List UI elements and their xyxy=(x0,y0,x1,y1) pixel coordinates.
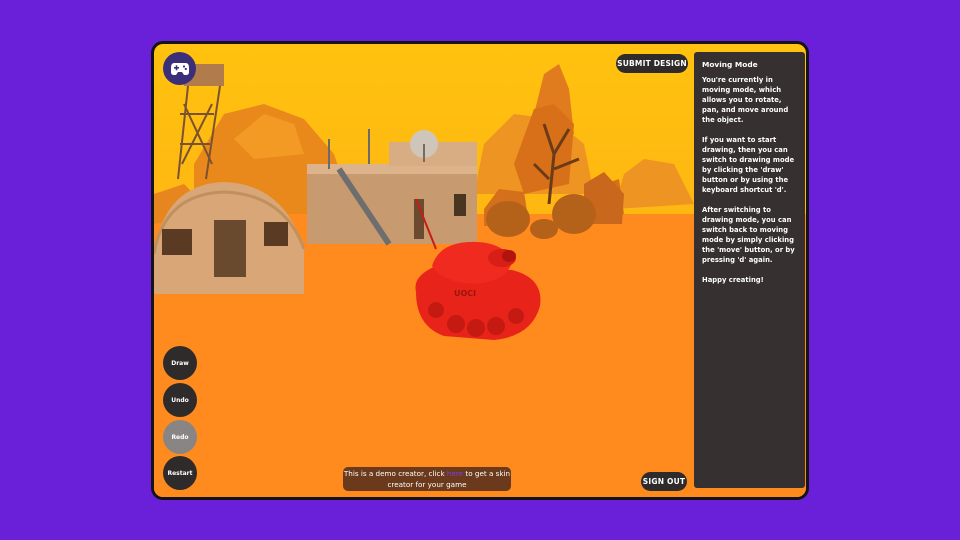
draw-button[interactable]: Draw xyxy=(163,346,197,380)
panel-paragraph: After switching to drawing mode, you can… xyxy=(702,206,795,264)
banner-prefix: This is a demo creator, click xyxy=(343,469,447,478)
panel-paragraph: If you want to start drawing, then you c… xyxy=(702,136,795,194)
tank-decal: UOCI xyxy=(454,289,476,298)
sign-out-button[interactable]: SIGN OUT xyxy=(641,472,687,491)
undo-button[interactable]: Undo xyxy=(163,383,197,417)
submit-design-button[interactable]: SUBMIT DESIGN xyxy=(616,54,688,73)
panel-paragraph: Happy creating! xyxy=(702,276,764,284)
gamepad-menu-button[interactable] xyxy=(163,52,196,85)
gamepad-icon xyxy=(170,62,189,75)
panel-paragraph: You're currently in moving mode, which a… xyxy=(702,76,789,124)
panel-title: Moving Mode xyxy=(702,60,758,69)
3d-viewport[interactable]: UOCI SUBMIT DESIGN SIGN OUT Draw Undo Re… xyxy=(154,44,806,497)
restart-button[interactable]: Restart xyxy=(163,456,197,490)
demo-link[interactable]: here xyxy=(447,469,463,478)
app-frame: UOCI SUBMIT DESIGN SIGN OUT Draw Undo Re… xyxy=(151,41,809,500)
redo-button[interactable]: Redo xyxy=(163,420,197,454)
demo-banner: This is a demo creator, click here to ge… xyxy=(343,467,511,491)
instructions-panel: Moving Mode You're currently in moving m… xyxy=(694,52,805,488)
